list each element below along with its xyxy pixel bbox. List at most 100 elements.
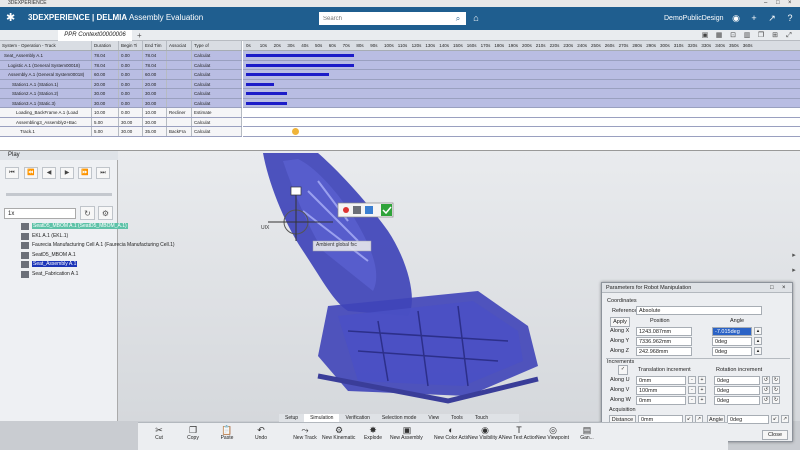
rotate-plus-icon[interactable]: ↻ [772, 386, 780, 394]
ds-compass-icon[interactable]: ✱ [6, 11, 22, 25]
gantt-bar[interactable] [246, 73, 329, 76]
timeline-slider[interactable] [6, 193, 112, 196]
expand-icon[interactable]: ▸ [789, 266, 799, 276]
spin-icon[interactable]: ▴ [754, 337, 762, 345]
tree-item[interactable]: EKL A.1 (EKL.1) [18, 232, 128, 242]
minus-icon[interactable]: - [688, 376, 696, 384]
new-visibility-ac-button[interactable]: ◉New Visibility Ac... [468, 425, 502, 441]
step-forward-button[interactable]: ⏩ [78, 167, 92, 179]
gantt-row[interactable]: Logistic A.1 (General System00018) 78.04 0… [0, 60, 242, 70]
play-back-button[interactable]: ◀ [42, 167, 56, 179]
rotate-minus-icon[interactable]: ↺ [762, 376, 770, 384]
tag-icon[interactable]: ⌂ [470, 12, 482, 24]
new-assembly-button[interactable]: ▣New Assembly ... [390, 425, 424, 441]
apply-button[interactable]: Apply [610, 317, 630, 327]
angle-minus-icon[interactable]: ↙ [771, 415, 779, 423]
gantt-row[interactable]: Station1 A.1 (Station.1) 20.00 0.00 20.00 Ca… [0, 79, 242, 89]
new-viewpoint-a-button[interactable]: ◎New Viewpoint A... [536, 425, 570, 441]
dialog-minimize-icon[interactable]: □ [770, 283, 774, 293]
angle-plus-icon[interactable]: ↗ [781, 415, 789, 423]
col-end[interactable]: End Tim [143, 41, 167, 50]
gantt-bar[interactable] [246, 63, 354, 67]
col-type[interactable]: Type of [192, 41, 242, 50]
copy-button[interactable]: ❐ Copy [176, 425, 210, 441]
plus-icon[interactable]: + [698, 396, 706, 404]
increment-icon[interactable]: ✓ [618, 365, 628, 375]
last-frame-button[interactable]: ⏭ [96, 167, 110, 179]
share-icon[interactable]: ↗ [766, 12, 778, 24]
gantt-row[interactable]: Track.1 5.00 30.00 35.00 BackFra Calculat [0, 127, 242, 137]
layout-icon[interactable]: ▥ [742, 31, 752, 40]
position-field[interactable]: 1243.087mm [636, 327, 692, 336]
action-tab-simulation[interactable]: Simulation [304, 414, 340, 422]
search-input[interactable] [319, 12, 461, 25]
rotation-inc-field[interactable]: 0deg [714, 376, 760, 385]
new-track-button[interactable]: ⤳ New Track [288, 425, 322, 441]
gantt-milestone[interactable] [292, 128, 300, 135]
gantt-row[interactable]: Station3 A.1 (Static.3) 30.00 0.00 30.00 Cal… [0, 98, 242, 108]
gantt-row[interactable]: Station2 A.1 (Station.2) 30.00 0.00 30.00 Ca… [0, 89, 242, 99]
new-kinematic-t-button[interactable]: ⚙New Kinematic T... [322, 425, 356, 441]
col-begin[interactable]: Begin Ti [119, 41, 143, 50]
gantt-row[interactable]: Assembling3_Assembly2+Bac 5.00 30.00 30.00 C… [0, 117, 242, 127]
action-tab-tools[interactable]: Tools [445, 414, 469, 422]
add-icon[interactable]: + [748, 12, 760, 24]
step-back-button[interactable]: ⏪ [24, 167, 38, 179]
angle-acq-field[interactable]: 0deg [727, 415, 769, 424]
new-color-action-button[interactable]: ◐New Color Action [434, 425, 468, 441]
translation-inc-field[interactable]: 100mm [636, 386, 686, 395]
close-window-icon[interactable]: × [788, 0, 792, 7]
gantt-row[interactable]: Assembly A.1 (General System00018) 60.00 0… [0, 70, 242, 80]
window-icon[interactable]: ❐ [756, 31, 766, 40]
new-text-action-button[interactable]: T New Text Action [502, 425, 536, 441]
add-tab-icon[interactable]: + [137, 30, 142, 41]
plus-icon[interactable]: + [698, 376, 706, 384]
angle-field[interactable]: 0deg [712, 347, 752, 356]
collapse-icon[interactable]: ▸ [789, 251, 799, 261]
tree-item[interactable]: Seat_Fabrication A.1 [18, 270, 128, 280]
action-tab-verification[interactable]: Verification [339, 414, 375, 422]
rotate-plus-icon[interactable]: ↻ [772, 376, 780, 384]
translation-inc-field[interactable]: 0mm [636, 376, 686, 385]
tree-item[interactable]: SeatD5_MBOM A.1 (SeatD5_MBOM_A.1) [18, 222, 128, 232]
minus-icon[interactable]: - [688, 396, 696, 404]
user-name[interactable]: DemoPublicDesign [664, 15, 724, 22]
action-tab-touch[interactable]: Touch [469, 414, 494, 422]
spin-icon[interactable]: ▴ [754, 347, 762, 355]
angle-field[interactable]: -7.015deg [712, 327, 752, 336]
user-icon[interactable]: ◉ [730, 12, 742, 24]
position-field[interactable]: 242.968mm [636, 347, 692, 356]
grid-icon[interactable]: ▦ [714, 31, 724, 40]
tree-item[interactable]: Seat_Assembly A.1 [18, 260, 128, 270]
tree-item[interactable]: Faurecia Manufacturing Cell A.1 (Faureci… [18, 241, 175, 251]
paste-button[interactable]: 📋 Paste [210, 425, 244, 441]
action-tab-setup[interactable]: Setup [279, 414, 304, 422]
plus-icon[interactable]: + [698, 386, 706, 394]
camera-icon[interactable]: ▣ [700, 31, 710, 40]
spin-icon[interactable]: ▴ [754, 327, 762, 335]
col-assoc[interactable]: Associat [167, 41, 192, 50]
help-icon[interactable]: ? [784, 12, 796, 24]
maximize-icon[interactable]: □ [776, 0, 780, 7]
rotate-minus-icon[interactable]: ↺ [762, 396, 770, 404]
undo-button[interactable]: ↶ Undo [244, 425, 278, 441]
col-name[interactable]: System - Operation - Track [0, 41, 92, 50]
rotation-inc-field[interactable]: 0deg [714, 396, 760, 405]
rotate-plus-icon[interactable]: ↻ [772, 396, 780, 404]
minus-icon[interactable]: - [688, 386, 696, 394]
gantt-bar[interactable] [246, 82, 274, 86]
gantt-row[interactable]: Loading_BackFrame A.1 (Load 10.00 0.00 10.0… [0, 108, 242, 118]
loop-button[interactable]: ↻ [80, 206, 95, 220]
col-duration[interactable]: Duration [92, 41, 119, 50]
settings-icon[interactable]: ⚙ [98, 206, 113, 220]
fullscreen-icon[interactable]: ⤢ [784, 31, 794, 40]
minimize-icon[interactable]: – [764, 0, 767, 7]
cut-button[interactable]: ✂ Cut [142, 425, 176, 441]
position-field[interactable]: 7336.962mm [636, 337, 692, 346]
gantt-bar[interactable] [246, 101, 288, 105]
rotate-minus-icon[interactable]: ↺ [762, 386, 770, 394]
gan-button[interactable]: ▤ Gan... [570, 425, 604, 441]
tile-icon[interactable]: ⊞ [770, 31, 780, 40]
gantt-bar[interactable] [246, 92, 288, 95]
first-frame-button[interactable]: ⏮ [5, 167, 19, 179]
